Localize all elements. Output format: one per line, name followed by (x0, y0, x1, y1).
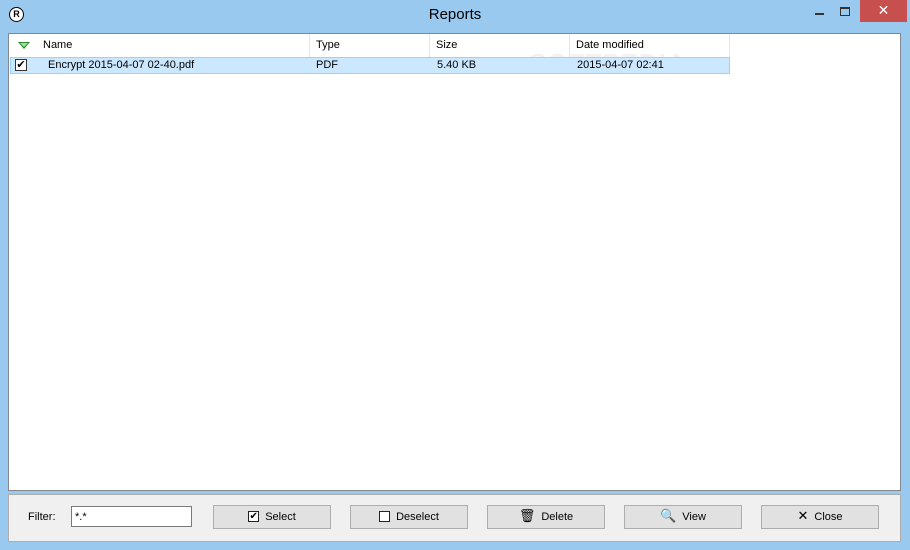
delete-button[interactable]: 🗑 Delete (487, 505, 605, 529)
deselect-label: Deselect (396, 511, 439, 524)
column-header-type[interactable]: Type (310, 34, 430, 57)
close-label: Close (814, 511, 843, 524)
reports-window: R Reports ✕ Name Type Size Date modified… (0, 0, 910, 550)
delete-label: Delete (541, 511, 574, 524)
table-row[interactable]: ✔ Encrypt 2015-04-07 02-40.pdf PDF 5.40 … (10, 57, 730, 74)
filter-label: Filter: (28, 511, 56, 523)
filter-input[interactable] (71, 506, 192, 527)
row-checkbox[interactable]: ✔ (15, 59, 27, 71)
file-name: Encrypt 2015-04-07 02-40.pdf (48, 59, 195, 71)
close-window-button[interactable]: ✕ (860, 0, 907, 22)
view-button[interactable]: 🔍 View (624, 505, 742, 529)
maximize-button[interactable] (832, 0, 858, 22)
close-button[interactable]: ✕ Close (761, 505, 879, 529)
file-type: PDF (316, 59, 338, 71)
view-label: View (682, 511, 706, 524)
minimize-button[interactable] (806, 0, 832, 22)
empty-box-icon (379, 510, 391, 522)
checked-box-icon: ✔ (248, 510, 260, 522)
view-document-icon: 🔍 (660, 508, 677, 524)
action-bar: Filter: ✔ Select Deselect 🗑 Delete 🔍 View ✕… (8, 494, 901, 542)
title-bar[interactable]: R Reports ✕ (0, 0, 910, 30)
deselect-button[interactable]: Deselect (350, 505, 468, 529)
trash-icon: 🗑 (518, 508, 536, 524)
file-date-modified: 2015-04-07 02:41 (577, 59, 664, 71)
select-label: Select (265, 511, 296, 524)
column-header-size[interactable]: Size (430, 34, 570, 57)
list-header: Name Type Size Date modified (9, 34, 730, 57)
file-size: 5.40 KB (437, 59, 477, 71)
window-title: Reports (428, 6, 482, 23)
column-header-date-modified[interactable]: Date modified (570, 34, 730, 57)
sort-arrow-icon (18, 42, 30, 49)
close-icon: ✕ (797, 508, 809, 524)
sort-toggle[interactable] (9, 34, 37, 57)
reports-list[interactable]: Name Type Size Date modified SOFTPEDIA ✔… (8, 33, 901, 491)
select-button[interactable]: ✔ Select (213, 505, 331, 529)
column-header-name[interactable]: Name (37, 34, 310, 57)
